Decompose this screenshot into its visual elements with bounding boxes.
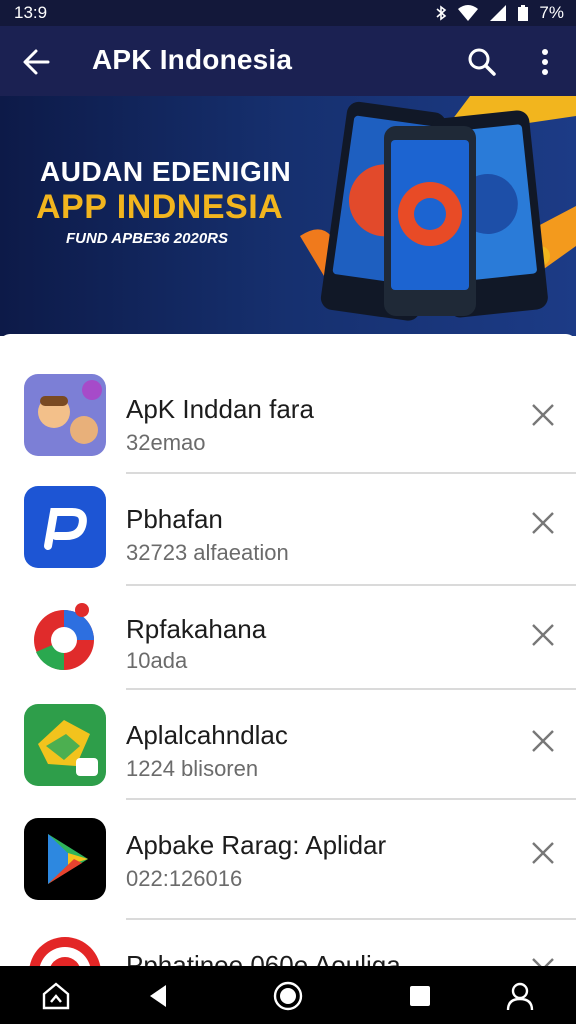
recents-nav-icon[interactable] [404, 980, 436, 1012]
profile-icon[interactable] [504, 980, 536, 1012]
play-store-icon [24, 818, 106, 900]
app-name: Pphatinee 060e Aouliga [126, 950, 401, 966]
app-name: Aplalcahndlac [126, 720, 288, 750]
leaf-map-icon [24, 704, 106, 786]
back-arrow-icon[interactable] [18, 42, 58, 82]
signal-icon [490, 5, 507, 21]
app-subtitle: 1224 blisoren [126, 756, 259, 781]
app-name: ApK Inddan fara [126, 394, 314, 424]
system-nav-bar [0, 966, 576, 1024]
divider [126, 472, 576, 474]
promo-banner[interactable]: AUDAN EDENIGIN APP INDNESIA FUND APBE36 … [0, 96, 576, 336]
app-list: ApK Inddan fara 32emao Pbhafan 32723 alf… [0, 334, 576, 966]
search-icon[interactable] [462, 42, 502, 82]
divider [126, 918, 576, 920]
close-icon[interactable] [528, 838, 558, 868]
close-icon[interactable] [528, 620, 558, 650]
app-subtitle: 32723 alfaeation [126, 540, 289, 565]
app-bar: APK Indonesia [0, 26, 576, 96]
status-time: 13:9 [14, 3, 48, 22]
app-subtitle: 10ada [126, 648, 188, 673]
bluetooth-icon [436, 5, 447, 21]
close-icon[interactable] [528, 400, 558, 430]
close-icon[interactable] [528, 954, 558, 966]
wifi-icon [458, 5, 479, 21]
divider [126, 688, 576, 690]
close-icon[interactable] [528, 508, 558, 538]
app-subtitle: 32emao [126, 430, 206, 455]
app-name: Rpfakahana [126, 614, 267, 644]
page-title: APK Indonesia [92, 44, 293, 75]
red-target-icon [24, 932, 106, 966]
status-bar: 13:9 7% [0, 0, 576, 26]
divider [126, 584, 576, 586]
p-logo-icon [24, 486, 106, 568]
divider [126, 798, 576, 800]
back-nav-icon[interactable] [142, 980, 174, 1012]
cartoon-characters-icon [24, 374, 106, 456]
battery-icon [518, 5, 529, 21]
battery-level: 7% [539, 3, 564, 22]
app-name: Pbhafan [126, 504, 223, 534]
spiral-logo-icon [24, 596, 106, 678]
app-name: Apbake Rarag: Aplidar [126, 830, 387, 860]
more-vert-icon[interactable] [530, 42, 560, 82]
banner-headline: AUDAN EDENIGIN [40, 156, 292, 187]
app-subtitle: 022:126016 [126, 866, 243, 891]
home-shortcut-icon[interactable] [40, 980, 72, 1012]
close-icon[interactable] [528, 726, 558, 756]
status-icons: 7% [435, 3, 564, 23]
banner-title: APP INDNESIA [36, 188, 284, 226]
home-nav-icon[interactable] [272, 980, 304, 1012]
banner-subtitle: FUND APBE36 2020RS [66, 230, 229, 247]
